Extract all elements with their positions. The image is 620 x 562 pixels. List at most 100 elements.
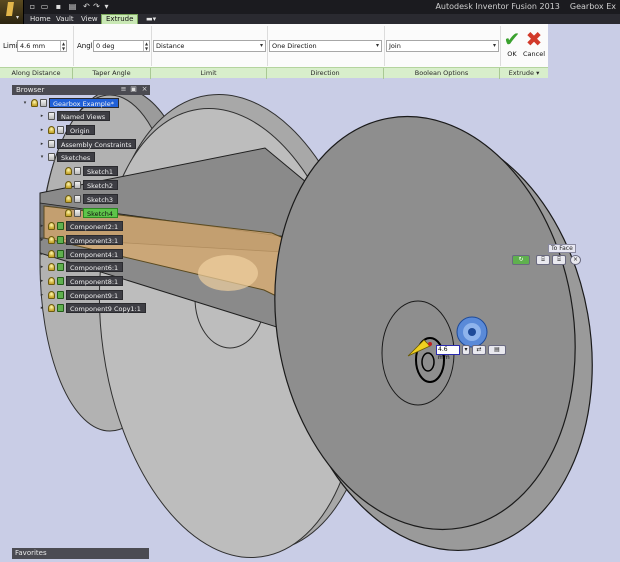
tree-root-node[interactable]: ▾ Gearbox Example* <box>24 98 119 108</box>
panel-along-distance: Along Distance <box>0 68 73 79</box>
tab-overflow-icon[interactable]: ▬▾ <box>146 14 156 24</box>
visibility-bulb-icon[interactable] <box>48 126 55 134</box>
visibility-bulb-icon[interactable] <box>48 263 55 271</box>
folder-icon <box>57 126 64 134</box>
new-file-icon[interactable]: ▫ <box>28 2 37 11</box>
tree-item-component[interactable]: ▸ Component9 Copy1:1 <box>41 303 146 313</box>
visibility-bulb-icon[interactable] <box>65 195 72 203</box>
boolean-value: Join <box>389 42 401 50</box>
expand-icon[interactable]: ▸ <box>39 221 45 231</box>
distance-value-text: 4.6 mm <box>438 346 450 361</box>
cancel-button[interactable]: ✖ Cancel <box>522 28 546 62</box>
taper-angle-input[interactable]: 0 deg ▲ ▼ <box>93 40 150 52</box>
ok-button[interactable]: ✔ OK <box>502 28 522 62</box>
visibility-bulb-icon[interactable] <box>65 209 72 217</box>
save-icon[interactable]: ▪ <box>54 2 63 11</box>
tab-view[interactable]: View <box>81 14 98 24</box>
visibility-bulb-icon[interactable] <box>65 181 72 189</box>
visibility-bulb-icon[interactable] <box>31 99 38 107</box>
tree-item-named-views[interactable]: ▸ Named Views <box>41 111 111 121</box>
favorites-panel-header[interactable]: Favorites <box>12 548 149 559</box>
panel-taper-angle: Taper Angle <box>73 68 151 79</box>
collapse-icon[interactable]: ▾ <box>39 152 45 162</box>
tree-item-assembly-constraints[interactable]: ▸ Assembly Constraints <box>41 139 137 149</box>
browser-options-icon[interactable]: ▣ <box>130 86 137 93</box>
panel-extrude[interactable]: Extrude ▾ <box>500 68 548 79</box>
visibility-bulb-icon[interactable] <box>48 250 55 258</box>
ribbon-tabs: Home Vault View Extrude ▬▾ <box>0 14 620 24</box>
redo-icon[interactable]: ↷ <box>92 2 101 11</box>
direction-value: One Direction <box>272 42 317 50</box>
refresh-icon[interactable]: ↻ <box>512 255 530 265</box>
limit-distance-input[interactable]: 4.6 mm ▲ ▼ <box>17 40 67 52</box>
expand-icon[interactable]: ▸ <box>39 290 45 300</box>
taper-angle-value: 0 deg <box>96 42 115 50</box>
sketch-icon <box>74 167 81 175</box>
browser-filter-icon[interactable]: ≡ <box>120 86 127 93</box>
application-menu-button[interactable]: ▾ <box>0 0 24 24</box>
tree-item-origin[interactable]: ▸ Origin <box>41 125 95 135</box>
to-next-face-option-icon[interactable]: ⌸ <box>552 255 566 265</box>
visibility-bulb-icon[interactable] <box>48 222 55 230</box>
boolean-dropdown[interactable]: Join ▾ <box>386 40 499 52</box>
tree-item-label: Named Views <box>57 111 111 121</box>
extent-options-icon[interactable]: ▤ <box>488 345 506 355</box>
tree-item-component[interactable]: ▸ Component9:1 <box>41 290 124 300</box>
tree-item-label: Component3:1 <box>66 235 124 245</box>
visibility-bulb-icon[interactable] <box>48 236 55 244</box>
ribbon: Limit 4.6 mm ▲ ▼ Angle 0 deg ▲ ▼ Distance … <box>0 24 548 79</box>
divider <box>384 26 385 66</box>
panel-extrude-label: Extrude <box>508 69 535 77</box>
distance-value-input[interactable]: 4.6 mm <box>436 345 460 361</box>
tree-item-sketch4[interactable]: Sketch4 <box>65 208 119 218</box>
visibility-bulb-icon[interactable] <box>48 277 55 285</box>
close-icon[interactable]: × <box>141 86 148 93</box>
close-icon[interactable]: × <box>570 255 581 265</box>
open-file-icon[interactable]: ▭ <box>40 2 49 11</box>
expand-icon[interactable]: ▸ <box>39 303 45 313</box>
browser-title: Browser <box>16 86 45 94</box>
tree-item-component[interactable]: ▸ Component4:1 <box>41 249 124 259</box>
browser-header: Browser ≡ ▣ × <box>12 85 150 95</box>
expand-icon[interactable]: ▸ <box>39 111 45 121</box>
expand-icon[interactable]: ▸ <box>39 262 45 272</box>
tree-item-sketch1[interactable]: Sketch1 <box>65 166 119 176</box>
visibility-bulb-icon[interactable] <box>48 304 55 312</box>
expand-icon[interactable]: ▸ <box>39 139 45 149</box>
component-icon <box>57 291 64 299</box>
expand-icon[interactable]: ▸ <box>39 125 45 135</box>
limit-spinner-icon[interactable]: ▲ ▼ <box>60 41 66 51</box>
direction-dropdown[interactable]: One Direction ▾ <box>269 40 382 52</box>
app-title-text: Autodesk Inventor Fusion 2013 <box>435 2 560 11</box>
visibility-bulb-icon[interactable] <box>65 167 72 175</box>
tab-vault[interactable]: Vault <box>56 14 74 24</box>
sketch-icon <box>74 195 81 203</box>
print-icon[interactable]: ▤ <box>68 2 77 11</box>
tree-item-label: Sketch3 <box>83 194 119 204</box>
flip-direction-icon[interactable]: ⇄ <box>472 345 486 355</box>
tree-item-label: Origin <box>66 125 95 135</box>
undo-icon[interactable]: ↶ <box>82 2 91 11</box>
tree-item-label: Component9:1 <box>66 290 124 300</box>
visibility-bulb-icon[interactable] <box>48 291 55 299</box>
tree-item-component[interactable]: ▸ Component6:1 <box>41 262 124 272</box>
tab-extrude[interactable]: Extrude <box>101 14 139 24</box>
tree-item-component[interactable]: ▸ Component8:1 <box>41 276 124 286</box>
distance-dropdown-icon[interactable]: ▾ <box>462 345 470 355</box>
tree-item-component[interactable]: ▸ Component3:1 <box>41 235 124 245</box>
tree-item-sketches[interactable]: ▾ Sketches <box>41 152 96 162</box>
component-icon <box>57 236 64 244</box>
title-bar: ▫ ▭ ▪ ▤ ↶ ↷ ▾ Autodesk Inventor Fusion 2… <box>0 0 620 14</box>
tab-home[interactable]: Home <box>30 14 51 24</box>
angle-spinner-icon[interactable]: ▲ ▼ <box>143 41 149 51</box>
extent-type-dropdown[interactable]: Distance ▾ <box>153 40 266 52</box>
collapse-icon[interactable]: ▾ <box>22 98 28 108</box>
tree-item-component[interactable]: ▸ Component2:1 <box>41 221 124 231</box>
expand-icon[interactable]: ▸ <box>39 249 45 259</box>
to-face-option-icon[interactable]: ⌸ <box>536 255 550 265</box>
expand-icon[interactable]: ▸ <box>39 235 45 245</box>
expand-icon[interactable]: ▸ <box>39 276 45 286</box>
quick-access-dropdown-icon[interactable]: ▾ <box>102 2 111 11</box>
tree-item-sketch2[interactable]: Sketch2 <box>65 180 119 190</box>
tree-item-sketch3[interactable]: Sketch3 <box>65 194 119 204</box>
